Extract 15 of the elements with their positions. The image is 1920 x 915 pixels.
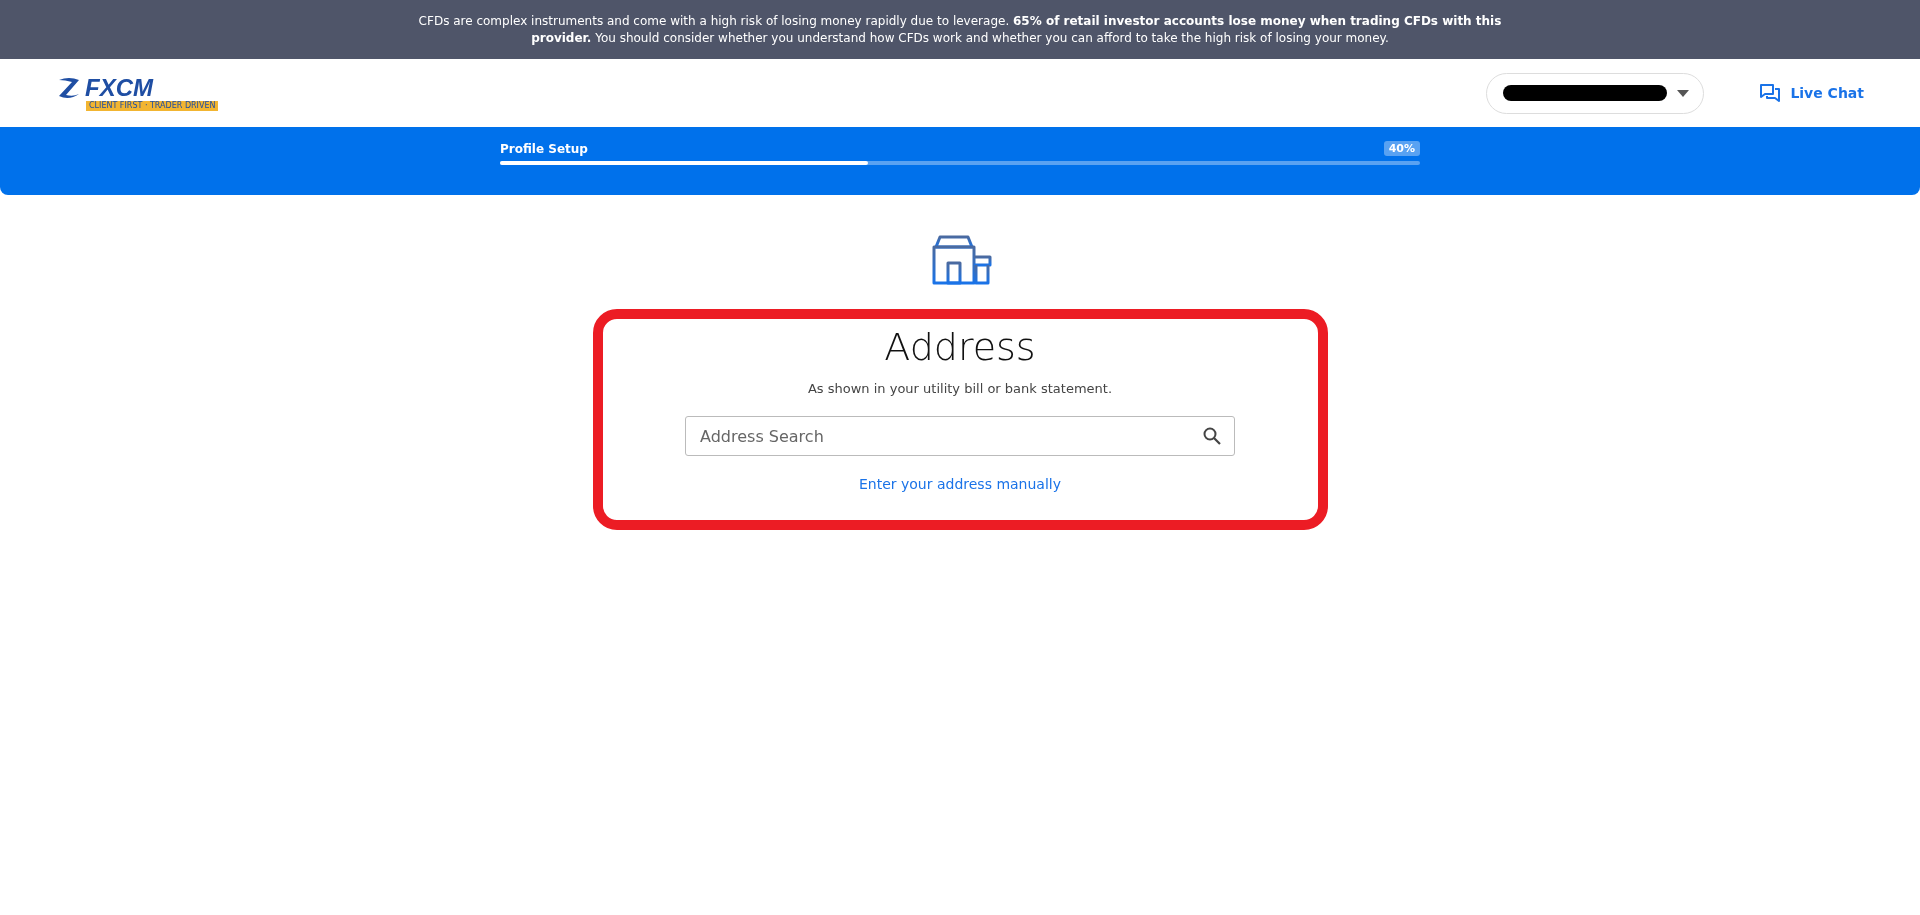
progress-label: Profile Setup (500, 142, 588, 156)
risk-warning-text: CFDs are complex instruments and come with a high risk of losing money rapidly due to leverage. 65% of retail investor accounts lose money when trading CFDs with this provider. You should consider whether you understand how CFDs work and whether you can afford to take the high risk of losing your money. (417, 12, 1503, 47)
live-chat-link[interactable]: Live Chat (1760, 84, 1864, 102)
search-icon (1203, 427, 1221, 445)
address-title: Address (884, 325, 1036, 369)
manual-address-link[interactable]: Enter your address manually (859, 476, 1061, 492)
chat-icon (1760, 84, 1781, 102)
logo-text: FXCM (85, 75, 153, 100)
account-dropdown[interactable] (1486, 72, 1705, 114)
logo-swoosh-icon (56, 75, 82, 100)
address-subtitle: As shown in your utility bill or bank statement. (807, 381, 1112, 396)
address-search-field[interactable]: Address Search (685, 416, 1235, 456)
logo-tagline: CLIENT FIRST · TRADER DRIVEN (86, 100, 219, 111)
progress-percent: 40% (1383, 141, 1420, 156)
caret-icon (1677, 89, 1690, 97)
